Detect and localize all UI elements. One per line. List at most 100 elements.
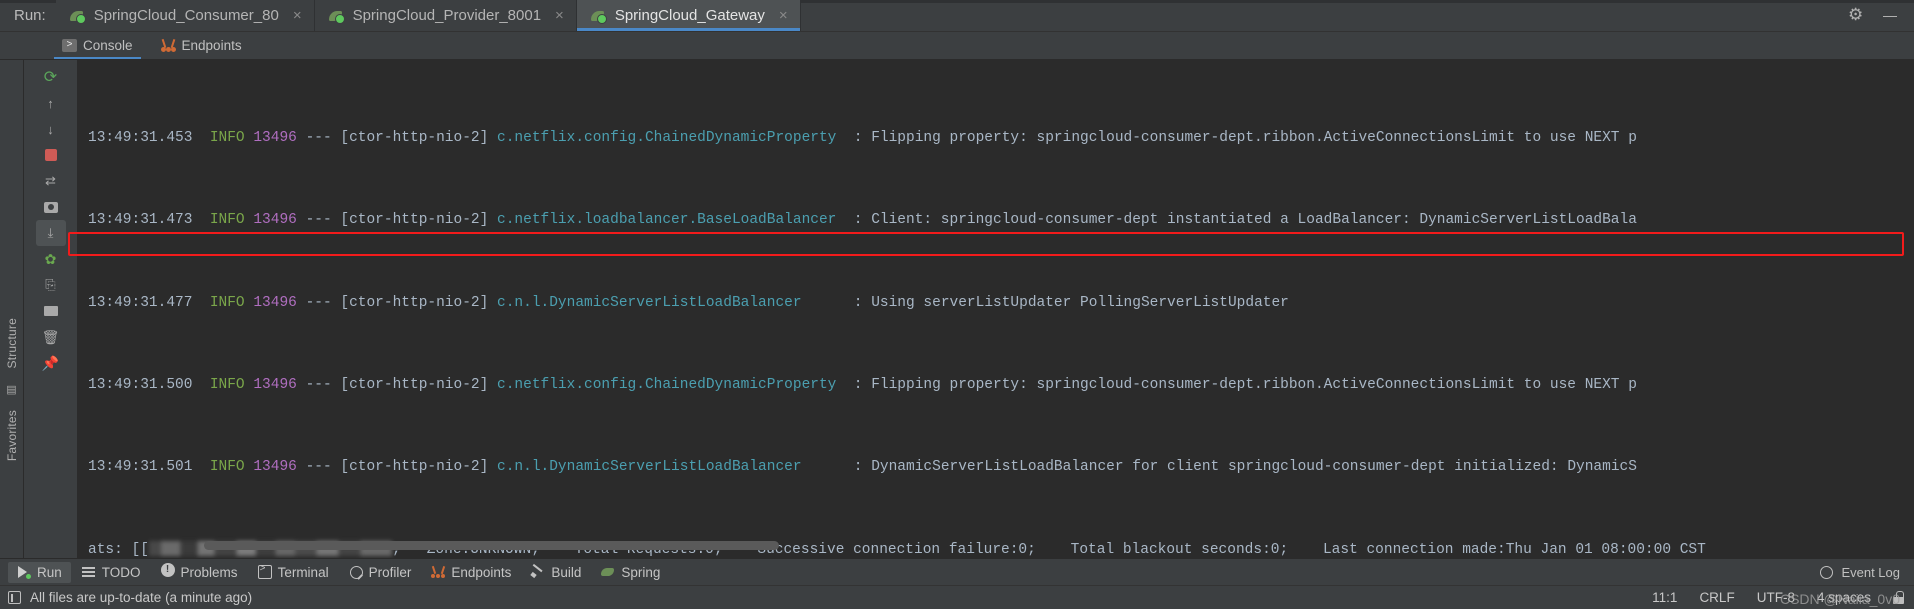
status-message-icon <box>8 591 21 604</box>
console-icon: > <box>62 39 77 52</box>
log-pid: 13496 <box>253 459 297 476</box>
debug-icon[interactable]: ✿ <box>36 246 66 272</box>
log-pid: 13496 <box>253 376 297 393</box>
run-tool-window-header: Run: SpringCloud_Consumer_80 × SpringClo… <box>0 0 1914 32</box>
console-output[interactable]: 13:49:31.453 INFO 13496 --- [ctor-http-n… <box>78 60 1902 558</box>
log-time: 13:49:31.501 <box>88 459 193 476</box>
spring-leaf-icon <box>590 8 607 24</box>
run-tab-provider-8001[interactable]: SpringCloud_Provider_8001 × <box>314 0 577 31</box>
bottom-tab-profiler[interactable]: Profiler <box>340 562 421 583</box>
event-log-label: Event Log <box>1841 564 1900 580</box>
log-dash: --- <box>305 376 332 393</box>
close-icon[interactable]: × <box>779 8 788 23</box>
log-line: 13:49:31.501 INFO 13496 --- [ctor-http-n… <box>88 457 1902 478</box>
console-action-gutter: ⟳ ↑ ↓ ⇄ ⤓ ✿ ⎘ 🗑 📌 <box>24 60 78 558</box>
run-tool-window-body: Structure ▤ Favorites ⟳ ↑ ↓ ⇄ ⤓ ✿ ⎘ 🗑 📌 … <box>0 60 1914 558</box>
run-tab-consumer-80[interactable]: SpringCloud_Consumer_80 × <box>55 0 315 31</box>
profiler-icon <box>349 565 363 579</box>
log-pid: 13496 <box>253 294 297 311</box>
log-time: 13:49:31.477 <box>88 294 193 311</box>
close-icon[interactable]: × <box>293 8 302 23</box>
scroll-up-button[interactable]: ↑ <box>36 90 66 116</box>
run-configuration-tabs: SpringCloud_Consumer_80 × SpringCloud_Pr… <box>55 0 801 31</box>
soft-wrap-button[interactable]: ⇄ <box>36 168 66 194</box>
bottom-tab-label: Profiler <box>368 564 412 580</box>
log-thread: [ctor-http-nio-2] <box>340 376 489 393</box>
endpoints-icon <box>431 565 446 579</box>
log-message: Using serverListUpdater PollingServerLis… <box>871 294 1289 311</box>
log-level: INFO <box>209 376 245 393</box>
spring-leaf-icon <box>69 8 86 24</box>
console-horizontal-scrollbar[interactable] <box>126 541 1892 550</box>
tab-console[interactable]: > Console <box>48 32 147 59</box>
pin-button[interactable]: 📌 <box>36 350 66 376</box>
line-separator[interactable]: CRLF <box>1699 590 1734 605</box>
bottom-tab-label: Build <box>551 564 582 580</box>
terminal-icon <box>257 563 272 579</box>
run-tab-gateway[interactable]: SpringCloud_Gateway × <box>576 0 801 31</box>
sidebar-item-structure[interactable]: Structure <box>5 318 19 369</box>
scroll-down-button[interactable]: ↓ <box>36 116 66 142</box>
log-sep: : <box>853 294 863 311</box>
log-logger[interactable]: c.n.l.DynamicServerListLoadBalancer <box>497 459 802 475</box>
log-time: 13:49:31.500 <box>88 376 193 393</box>
log-line: 13:49:31.473 INFO 13496 --- [ctor-http-n… <box>88 210 1902 231</box>
left-tool-rail: Structure ▤ Favorites <box>0 60 24 558</box>
scroll-to-end-button[interactable]: ⤓ <box>35 220 66 246</box>
bottom-tab-label: Terminal <box>277 564 329 580</box>
log-sep: : <box>853 212 863 229</box>
print-button[interactable] <box>36 298 66 324</box>
console-sub-tabbar: > Console Endpoints <box>0 32 1914 60</box>
build-icon <box>531 565 545 579</box>
rerun-button[interactable]: ⟳ <box>36 64 66 90</box>
todo-icon <box>81 565 96 579</box>
bottom-tab-label: Run <box>37 564 62 580</box>
log-dash: --- <box>305 212 332 229</box>
log-message: DynamicServerListLoadBalancer for client… <box>871 459 1637 476</box>
event-log-button[interactable]: Event Log <box>1820 565 1914 580</box>
spring-icon <box>601 565 615 579</box>
runbar-spacer <box>801 0 1832 31</box>
tab-endpoints[interactable]: Endpoints <box>147 32 256 59</box>
minimize-icon[interactable] <box>1882 8 1898 24</box>
spring-leaf-icon <box>328 8 345 24</box>
log-level: INFO <box>209 294 245 311</box>
log-sep: : <box>853 129 863 146</box>
structure-icon: ▤ <box>6 383 17 396</box>
scrollbar-thumb[interactable] <box>204 541 779 550</box>
log-thread: [ctor-http-nio-2] <box>340 459 489 476</box>
bottom-tab-spring[interactable]: Spring <box>592 562 669 583</box>
log-pid: 13496 <box>253 129 297 146</box>
gear-icon[interactable] <box>1848 5 1864 25</box>
log-dash: --- <box>305 294 332 311</box>
log-message: Flipping property: springcloud-consumer-… <box>871 376 1637 393</box>
sidebar-item-favorites[interactable]: Favorites <box>5 410 19 461</box>
stop-button[interactable] <box>36 142 66 168</box>
console-log-lines: 13:49:31.453 INFO 13496 --- [ctor-http-n… <box>78 60 1902 558</box>
bottom-tab-problems[interactable]: Problems <box>152 562 247 583</box>
export-button[interactable]: ⎘ <box>36 272 66 298</box>
bottom-tab-todo[interactable]: TODO <box>73 562 150 583</box>
log-logger[interactable]: c.n.l.DynamicServerListLoadBalancer <box>497 295 802 311</box>
clear-all-button[interactable]: 🗑 <box>36 324 66 350</box>
screenshot-button[interactable] <box>36 194 66 220</box>
bottom-tab-endpoints[interactable]: Endpoints <box>422 562 520 583</box>
bottom-tab-label: Endpoints <box>451 564 512 580</box>
log-sep: : <box>853 376 863 393</box>
caret-position[interactable]: 11:1 <box>1652 590 1677 605</box>
bottom-tab-label: Problems <box>180 564 238 580</box>
bottom-tab-terminal[interactable]: Terminal <box>249 562 338 583</box>
log-logger[interactable]: c.netflix.config.ChainedDynamicProperty <box>497 130 836 146</box>
tab-console-label: Console <box>83 38 133 53</box>
log-line: 13:49:31.477 INFO 13496 --- [ctor-http-n… <box>88 293 1902 314</box>
bottom-tab-run[interactable]: Run <box>8 561 71 583</box>
close-icon[interactable]: × <box>555 8 564 23</box>
log-dash: --- <box>305 459 332 476</box>
status-message: All files are up-to-date (a minute ago) <box>30 590 253 605</box>
log-logger[interactable]: c.netflix.config.ChainedDynamicProperty <box>497 377 836 393</box>
problems-icon <box>160 563 175 579</box>
log-logger[interactable]: c.netflix.loadbalancer.BaseLoadBalancer <box>497 212 836 228</box>
bottom-tab-label: Spring <box>621 564 661 580</box>
log-message: Flipping property: springcloud-consumer-… <box>871 129 1637 146</box>
bottom-tab-build[interactable]: Build <box>522 562 590 583</box>
